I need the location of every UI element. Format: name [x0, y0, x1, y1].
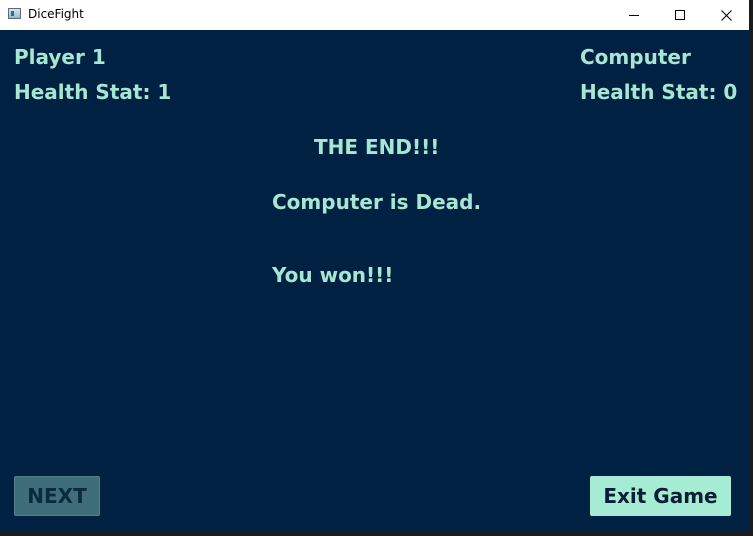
- minimize-button[interactable]: [611, 0, 657, 30]
- maximize-button[interactable]: [657, 0, 703, 30]
- result-message: Computer is Dead.: [272, 190, 482, 214]
- next-button[interactable]: NEXT: [14, 476, 100, 516]
- computer-health-stat: Health Stat: 0: [580, 80, 738, 104]
- player-name: Player 1: [14, 45, 106, 69]
- close-icon: [720, 9, 732, 21]
- minimize-icon: [629, 15, 639, 16]
- maximize-icon: [675, 10, 685, 20]
- window-title: DiceFight: [28, 7, 84, 21]
- outcome-message: You won!!!: [272, 263, 394, 287]
- player-health-stat: Health Stat: 1: [14, 80, 172, 104]
- close-button[interactable]: [703, 0, 749, 30]
- end-title: THE END!!!: [314, 135, 440, 159]
- computer-name: Computer: [580, 45, 691, 69]
- game-panel: Player 1 Health Stat: 1 Computer Health …: [0, 30, 749, 532]
- window-border-right: [749, 0, 753, 536]
- app-window-icon: [8, 8, 21, 19]
- exit-game-button[interactable]: Exit Game: [590, 476, 731, 516]
- window-border-bottom: [0, 532, 753, 536]
- app-window: DiceFight Player 1 Health Stat: 1 Comput…: [0, 0, 753, 536]
- title-bar[interactable]: DiceFight: [0, 0, 749, 30]
